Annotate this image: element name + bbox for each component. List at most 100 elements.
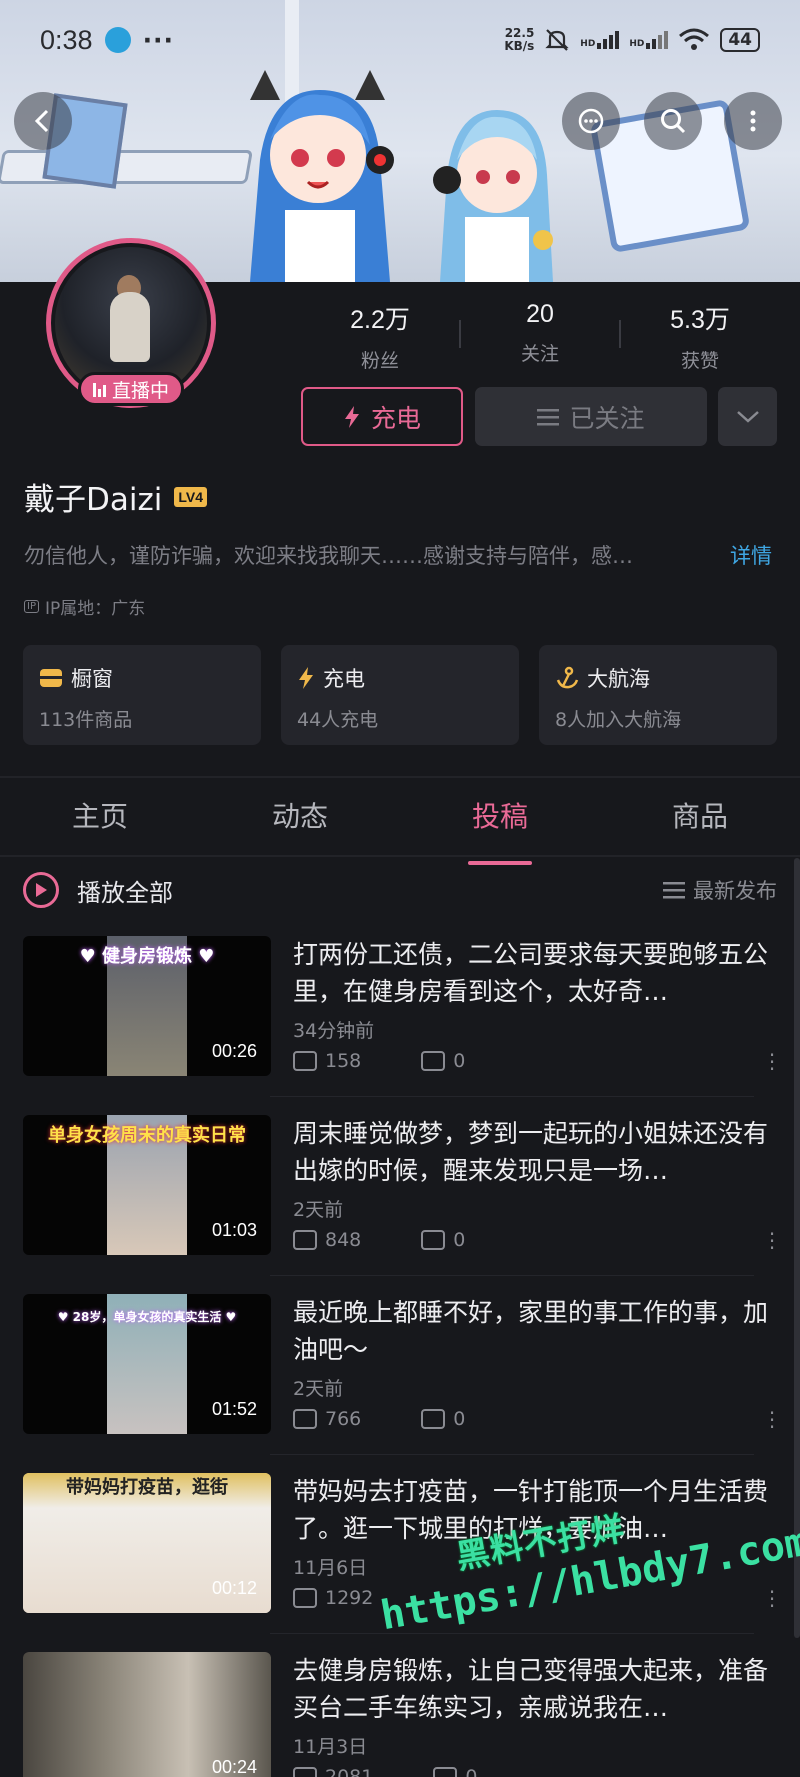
charge-button-label: 充电 — [370, 403, 421, 433]
thumbnail-caption: ♥ 28岁，单身女孩的真实生活 ♥ — [57, 1310, 237, 1324]
expand-recommend-button[interactable] — [718, 387, 777, 446]
video-more-icon[interactable]: · · · — [767, 1582, 777, 1616]
stat-fans[interactable]: 2.2万 粉丝 — [300, 300, 460, 373]
video-item[interactable]: 00:24 去健身房锻炼，让自己变得强大起来，准备买台二手车练实习，亲戚说我在…… — [23, 1652, 777, 1777]
video-thumbnail[interactable]: 单身女孩周末的真实日常 01:03 — [23, 1115, 271, 1255]
stat-divider — [619, 320, 621, 348]
chevron-left-icon — [34, 109, 49, 133]
profile-page: 0:38 ··· 22.5 KB/s HD HD 44 直播中 2.2万 粉丝 … — [0, 0, 800, 1777]
search-button[interactable] — [644, 92, 702, 150]
play-all-button[interactable]: 播放全部 — [77, 873, 173, 908]
video-duration: 00:12 — [211, 1578, 257, 1598]
more-options-button[interactable] — [724, 92, 782, 150]
lightning-icon — [344, 405, 359, 428]
video-item[interactable]: ♥ 健身房锻炼 ♥ 00:26 打两份工还债，二公司要求每天要跑够五公里，在健身… — [23, 936, 777, 1079]
danmaku-icon — [433, 1767, 458, 1777]
card-charge[interactable]: 充电 44人充电 — [281, 645, 519, 745]
vertical-dots-icon — [750, 110, 756, 132]
video-title: 最近晚上都睡不好，家里的事工作的事，加油吧～ — [293, 1298, 769, 1364]
card-showcase[interactable]: 橱窗 113件商品 — [23, 645, 261, 745]
ip-location-text: IP属地：广东 — [44, 599, 146, 619]
video-divider — [270, 1454, 754, 1455]
video-meta: 766 0 — [293, 1408, 465, 1430]
tabs-divider-bottom — [0, 855, 800, 857]
danmaku-count: 0 — [465, 1766, 478, 1777]
card-subtitle: 8人加入大航海 — [555, 709, 682, 731]
profile-stats: 2.2万 粉丝 20 关注 5.3万 获赞 — [300, 300, 780, 373]
danmaku-count: 0 — [453, 1408, 466, 1430]
stat-value: 20 — [526, 300, 554, 328]
video-more-icon[interactable]: · · · — [767, 1045, 777, 1079]
play-all-icon[interactable] — [23, 872, 59, 908]
sort-label: 最新发布 — [693, 879, 777, 903]
battery-indicator: 44 — [720, 28, 760, 52]
sort-button[interactable]: 最新发布 — [663, 875, 777, 905]
tab-home[interactable]: 主页 — [0, 790, 200, 860]
profile-bio: 勿信他人，谨防诈骗，欢迎来找我聊天……感谢支持与陪伴，感… — [24, 544, 633, 568]
play-count-icon — [293, 1230, 317, 1250]
message-button[interactable] — [562, 92, 620, 150]
video-item[interactable]: ♥ 28岁，单身女孩的真实生活 ♥ 01:52 最近晚上都睡不好，家里的事工作的… — [23, 1294, 777, 1437]
play-count-icon — [293, 1588, 317, 1608]
thumbnail-caption: 单身女孩周末的真实日常 — [48, 1125, 246, 1146]
play-count: 766 — [325, 1408, 362, 1430]
video-date: 34分钟前 — [293, 1020, 375, 1042]
video-title: 打两份工还债，二公司要求每天要跑够五公里，在健身房看到这个，太好奇… — [293, 940, 769, 1006]
stat-following[interactable]: 20 关注 — [460, 300, 620, 373]
sort-icon — [663, 882, 685, 899]
video-thumbnail[interactable]: 带妈妈打疫苗，逛街 00:12 — [23, 1473, 271, 1613]
video-duration: 01:03 — [211, 1220, 257, 1240]
tab-submissions[interactable]: 投稿 — [400, 790, 600, 860]
tab-products[interactable]: 商品 — [600, 790, 800, 860]
video-meta: 848 0 — [293, 1229, 465, 1251]
video-date: 11月6日 — [293, 1557, 368, 1579]
lightning-icon — [299, 667, 313, 689]
mute-icon — [545, 29, 569, 51]
video-item[interactable]: 单身女孩周末的真实日常 01:03 周末睡觉做梦，梦到一起玩的小姐妹还没有出嫁的… — [23, 1115, 777, 1258]
video-more-icon[interactable]: · · · — [767, 1224, 777, 1258]
status-more: ··· — [142, 25, 175, 55]
stat-divider — [459, 320, 461, 348]
video-thumbnail[interactable]: ♥ 28岁，单身女孩的真实生活 ♥ 01:52 — [23, 1294, 271, 1434]
banner-character-left — [250, 70, 394, 282]
live-badge[interactable]: 直播中 — [78, 372, 184, 406]
banner-desk — [0, 150, 253, 184]
video-meta: 158 0 — [293, 1050, 465, 1072]
back-button[interactable] — [14, 92, 72, 150]
video-divider — [270, 1275, 754, 1276]
card-title: 充电 — [323, 667, 365, 691]
charge-button[interactable]: 充电 — [301, 387, 463, 446]
stat-likes[interactable]: 5.3万 获赞 — [620, 300, 780, 373]
video-title: 去健身房锻炼，让自己变得强大起来，准备买台二手车练实习，亲戚说我在… — [293, 1656, 769, 1722]
follow-button-label: 已关注 — [569, 403, 645, 433]
telegram-icon — [104, 27, 131, 53]
banner-character-right — [433, 110, 553, 282]
video-thumbnail[interactable]: ♥ 健身房锻炼 ♥ 00:26 — [23, 936, 271, 1076]
danmaku-count: 0 — [453, 1050, 466, 1072]
play-count-icon — [293, 1767, 317, 1777]
ip-icon: IP — [24, 600, 39, 613]
follow-button[interactable]: 已关注 — [475, 387, 707, 446]
status-bar: 0:38 ··· 22.5 KB/s HD HD 44 — [0, 0, 800, 80]
signal-icon-2: HD — [629, 31, 669, 49]
video-title: 周末睡觉做梦，梦到一起玩的小姐妹还没有出嫁的时候，醒来发现只是一场… — [293, 1119, 769, 1185]
video-date: 2天前 — [293, 1378, 344, 1400]
video-duration: 01:52 — [211, 1399, 257, 1419]
danmaku-icon — [421, 1409, 446, 1429]
video-list-header: 播放全部 最新发布 — [23, 870, 777, 910]
play-count: 158 — [325, 1050, 362, 1072]
video-duration: 00:26 — [211, 1041, 257, 1061]
card-voyage[interactable]: 大航海 8人加入大航海 — [539, 645, 777, 745]
menu-lines-icon — [537, 408, 560, 425]
play-count: 1292 — [325, 1587, 374, 1609]
profile-name-row: 戴子Daizi LV4 — [24, 474, 208, 519]
bio-detail-link[interactable]: 详情 — [730, 540, 772, 570]
video-more-icon[interactable]: · · · — [767, 1403, 777, 1437]
danmaku-icon — [421, 1230, 446, 1250]
video-meta: 1292 — [293, 1587, 373, 1609]
profile-tabs: 主页 动态 投稿 商品 — [0, 790, 800, 860]
video-thumbnail[interactable]: 00:24 — [23, 1652, 271, 1777]
tab-dynamics[interactable]: 动态 — [200, 790, 400, 860]
wifi-icon — [679, 28, 710, 50]
card-subtitle: 44人充电 — [297, 709, 379, 731]
